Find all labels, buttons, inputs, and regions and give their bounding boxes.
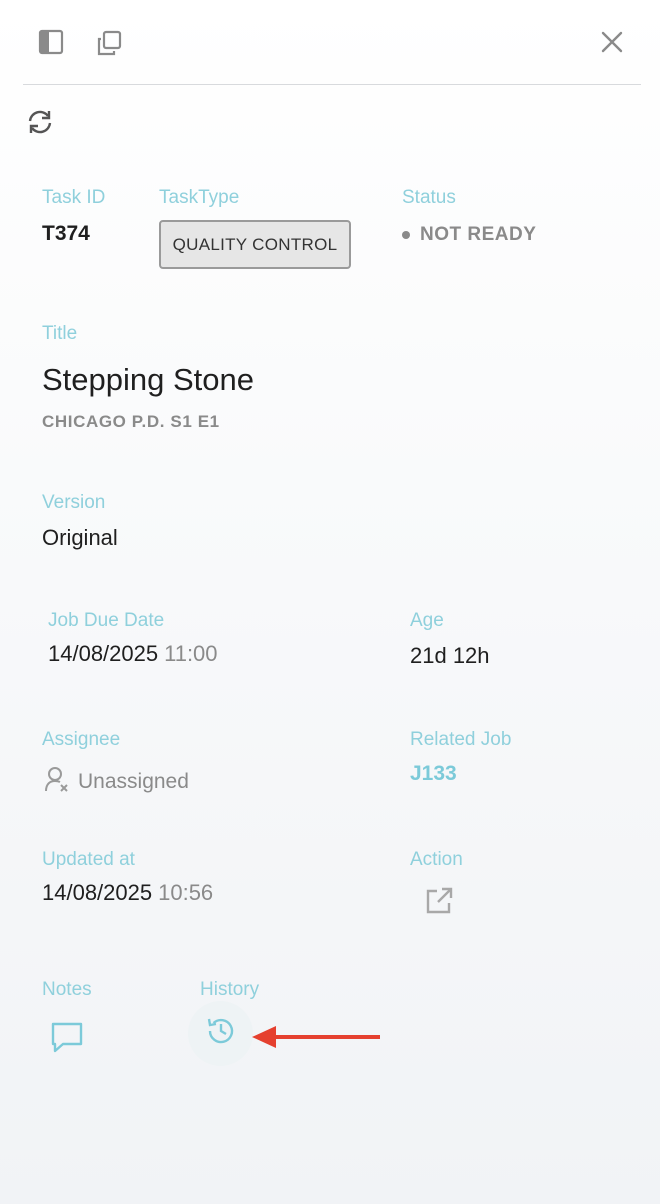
unassigned-user-icon: [44, 765, 70, 799]
job-due-date-value: 14/08/2025 11:00: [48, 641, 218, 667]
assignee-value: Unassigned: [78, 770, 189, 793]
annotation-arrow: [252, 1026, 380, 1048]
task-type-badge: QUALITY CONTROL: [159, 220, 351, 269]
toolbar-divider: [23, 84, 641, 85]
open-external-icon[interactable]: [422, 884, 456, 918]
related-job-label: Related Job: [410, 729, 512, 750]
close-icon[interactable]: [597, 27, 627, 57]
assignee-field[interactable]: Unassigned: [44, 765, 189, 799]
comment-icon[interactable]: [47, 1016, 87, 1056]
updated-at-date: 14/08/2025: [42, 880, 153, 905]
task-id-label: Task ID: [42, 187, 106, 208]
sidebar-panel-icon[interactable]: [36, 27, 66, 57]
job-due-date-time: 11:00: [164, 641, 218, 666]
title-subtitle: CHICAGO P.D. S1 E1: [42, 412, 220, 431]
task-type-label: TaskType: [159, 187, 240, 208]
status-label: Status: [402, 187, 456, 208]
updated-at-value: 14/08/2025 10:56: [42, 880, 213, 906]
age-value: 21d 12h: [410, 643, 490, 668]
title-label: Title: [42, 323, 78, 344]
task-id-value: T374: [42, 222, 90, 245]
copy-icon[interactable]: [93, 27, 125, 59]
job-due-date-label: Job Due Date: [48, 610, 165, 631]
updated-at-label: Updated at: [42, 849, 135, 870]
refresh-icon[interactable]: [24, 106, 56, 138]
version-label: Version: [42, 492, 106, 513]
assignee-label: Assignee: [42, 729, 121, 750]
history-icon: [204, 1014, 238, 1053]
job-due-date-date: 14/08/2025: [48, 641, 159, 666]
status-badge: NOT READY: [402, 224, 536, 246]
notes-label: Notes: [42, 979, 92, 1000]
version-value: Original: [42, 525, 118, 550]
updated-at-time: 10:56: [158, 880, 214, 905]
status-dot: [402, 231, 410, 239]
age-label: Age: [410, 610, 444, 631]
status-value: NOT READY: [420, 224, 537, 245]
related-job-link[interactable]: J133: [410, 762, 457, 786]
page-title: Stepping Stone: [42, 362, 255, 397]
history-button[interactable]: [188, 1001, 253, 1066]
action-label: Action: [410, 849, 463, 870]
history-label: History: [200, 979, 260, 1000]
